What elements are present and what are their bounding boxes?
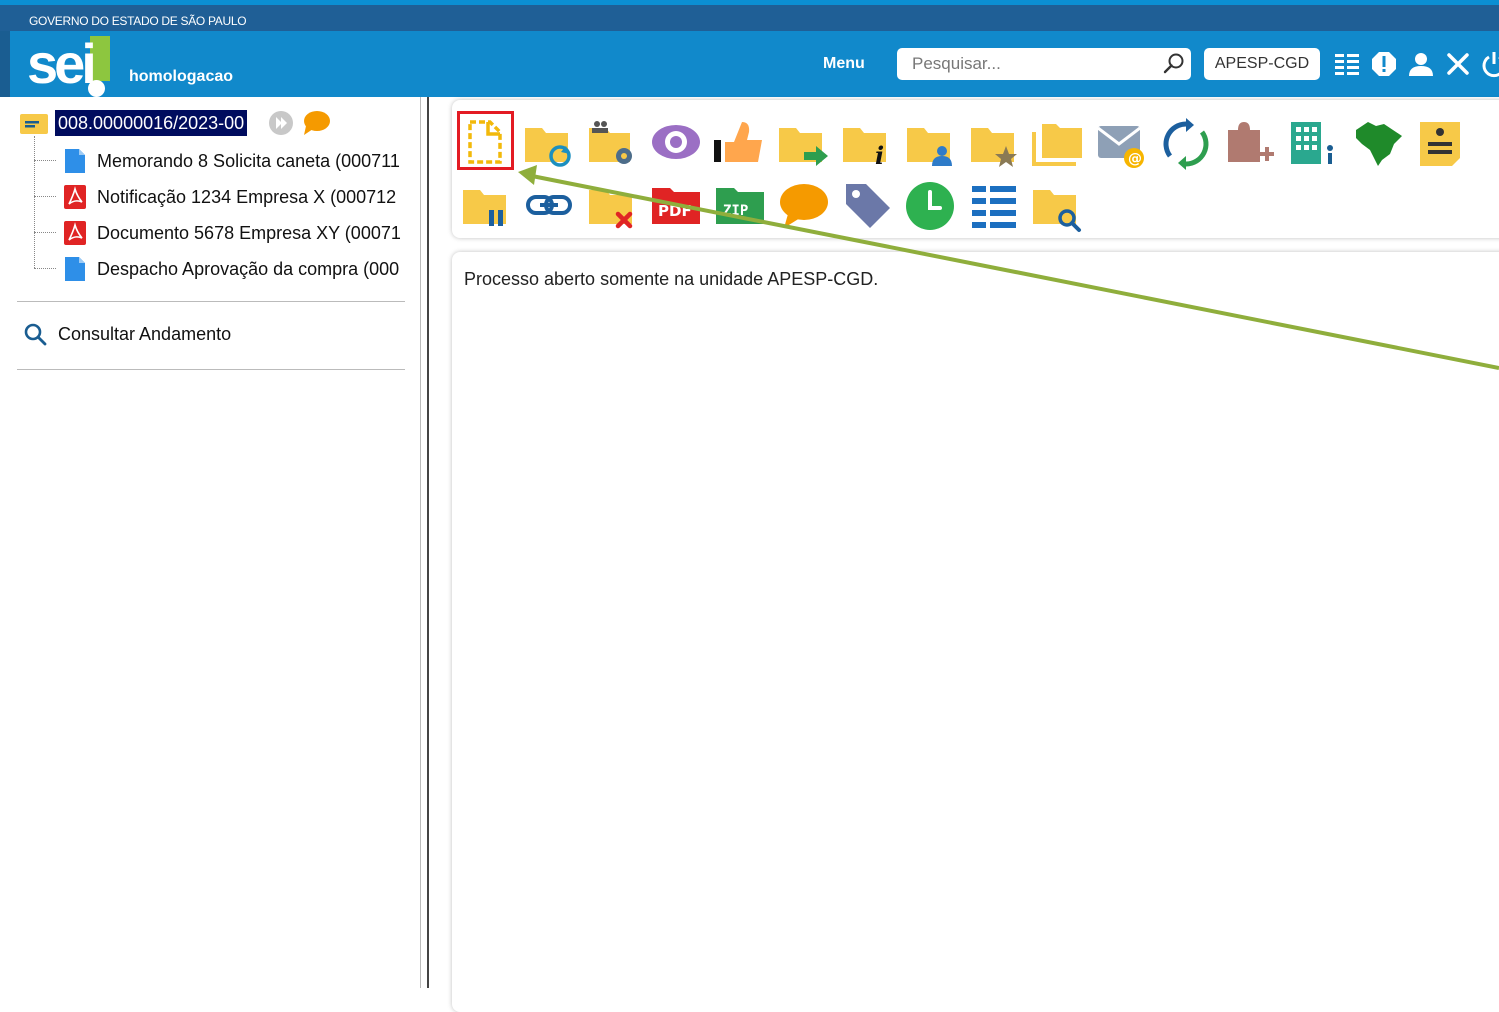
assign-icon[interactable] [586, 118, 638, 170]
tree-document-item[interactable]: Documento 5678 Empresa XY (00071 [63, 219, 401, 247]
svg-text:PDF: PDF [658, 202, 692, 220]
magnifier-icon [24, 323, 47, 346]
tree-document-item[interactable]: Memorando 8 Solicita caneta (000711 [63, 147, 400, 175]
clock-icon[interactable] [904, 180, 956, 232]
pdf-icon [64, 221, 86, 245]
tree-connector [34, 136, 35, 268]
list-view-icon[interactable] [968, 180, 1020, 232]
logo-accent-bar [90, 36, 110, 81]
document-label: Notificação 1234 Empresa X (000712 [97, 186, 397, 207]
comment-bubble-icon[interactable] [778, 180, 830, 232]
power-icon[interactable] [1480, 50, 1499, 78]
svg-text:i: i [875, 141, 884, 170]
process-number[interactable]: 008.00000016/2023-00 [55, 110, 248, 136]
refresh-icon[interactable] [1160, 118, 1212, 170]
consult-label: Consultar Andamento [58, 323, 232, 344]
svg-text:ZIP: ZIP [723, 203, 748, 219]
svg-text:@: @ [1128, 151, 1142, 167]
tag-icon[interactable] [842, 180, 894, 232]
sidebar-divider [17, 369, 405, 370]
document-icon [65, 149, 85, 173]
pause-folder-icon[interactable] [460, 180, 512, 232]
tree-document-item[interactable]: Notificação 1234 Empresa X (000712 [63, 183, 396, 211]
send-icon[interactable] [776, 118, 828, 170]
note-icon[interactable] [1414, 118, 1466, 170]
top-accent-line [0, 0, 1499, 5]
process-sync-icon[interactable] [522, 118, 574, 170]
tree-branch [34, 268, 56, 269]
tree-branch [34, 196, 56, 197]
add-puzzle-icon[interactable] [1224, 118, 1276, 170]
government-label: GOVERNO DO ESTADO DE SÃO PAULO [29, 14, 247, 28]
pdf-export-icon[interactable]: PDF [650, 180, 702, 232]
tree-branch [34, 232, 56, 233]
delete-folder-icon[interactable] [586, 182, 638, 234]
tree-branch [34, 160, 56, 161]
government-bar: GOVERNO DO ESTADO DE SÃO PAULO [0, 0, 1499, 31]
document-label: Memorando 8 Solicita caneta (000711 [97, 150, 400, 171]
sei-logo[interactable]: sei [27, 36, 97, 92]
email-icon[interactable]: @ [1096, 118, 1148, 170]
like-icon[interactable] [712, 116, 764, 168]
view-icon[interactable] [650, 118, 702, 170]
building-icon[interactable] [1288, 118, 1340, 170]
info-icon[interactable]: i [840, 118, 892, 170]
highlight-box [457, 111, 514, 170]
brazil-map-icon[interactable] [1352, 116, 1404, 168]
document-label: Documento 5678 Empresa XY (00071 [97, 222, 401, 243]
user-folder-icon[interactable] [904, 118, 956, 170]
forward-icon[interactable] [268, 110, 294, 136]
link-icon[interactable] [524, 180, 576, 232]
document-icon [65, 257, 85, 281]
menu-button[interactable]: Menu [823, 55, 865, 73]
tools-icon[interactable] [1444, 50, 1472, 78]
document-label: Despacho Aprovação da compra (000 [97, 258, 400, 279]
panel-splitter[interactable] [420, 97, 429, 988]
favorite-folder-icon[interactable] [968, 118, 1020, 170]
alert-icon[interactable] [1370, 50, 1398, 78]
tree-document-item[interactable]: Despacho Aprovação da compra (000 [63, 255, 399, 283]
zip-icon[interactable]: ZIP [714, 180, 766, 232]
pdf-icon [64, 185, 86, 209]
user-icon[interactable] [1407, 50, 1435, 78]
search-folder-icon[interactable] [1030, 182, 1082, 234]
logo-dot [88, 80, 105, 97]
header-left-strip [0, 31, 10, 97]
comment-icon[interactable] [301, 110, 331, 136]
search-icon[interactable] [1162, 52, 1186, 76]
process-status-message: Processo aberto somente na unidade APESP… [464, 269, 879, 289]
consult-progress-link[interactable]: Consultar Andamento [23, 322, 231, 346]
list-icon[interactable] [1333, 50, 1361, 78]
content-panel [452, 252, 1499, 1012]
process-folder-icon[interactable] [20, 112, 48, 134]
search-input[interactable] [897, 48, 1191, 80]
sidebar-divider [17, 301, 405, 302]
environment-label: homologacao [129, 68, 234, 85]
unit-selector[interactable]: APESP-CGD [1204, 48, 1320, 80]
folders-icon[interactable] [1032, 118, 1084, 170]
